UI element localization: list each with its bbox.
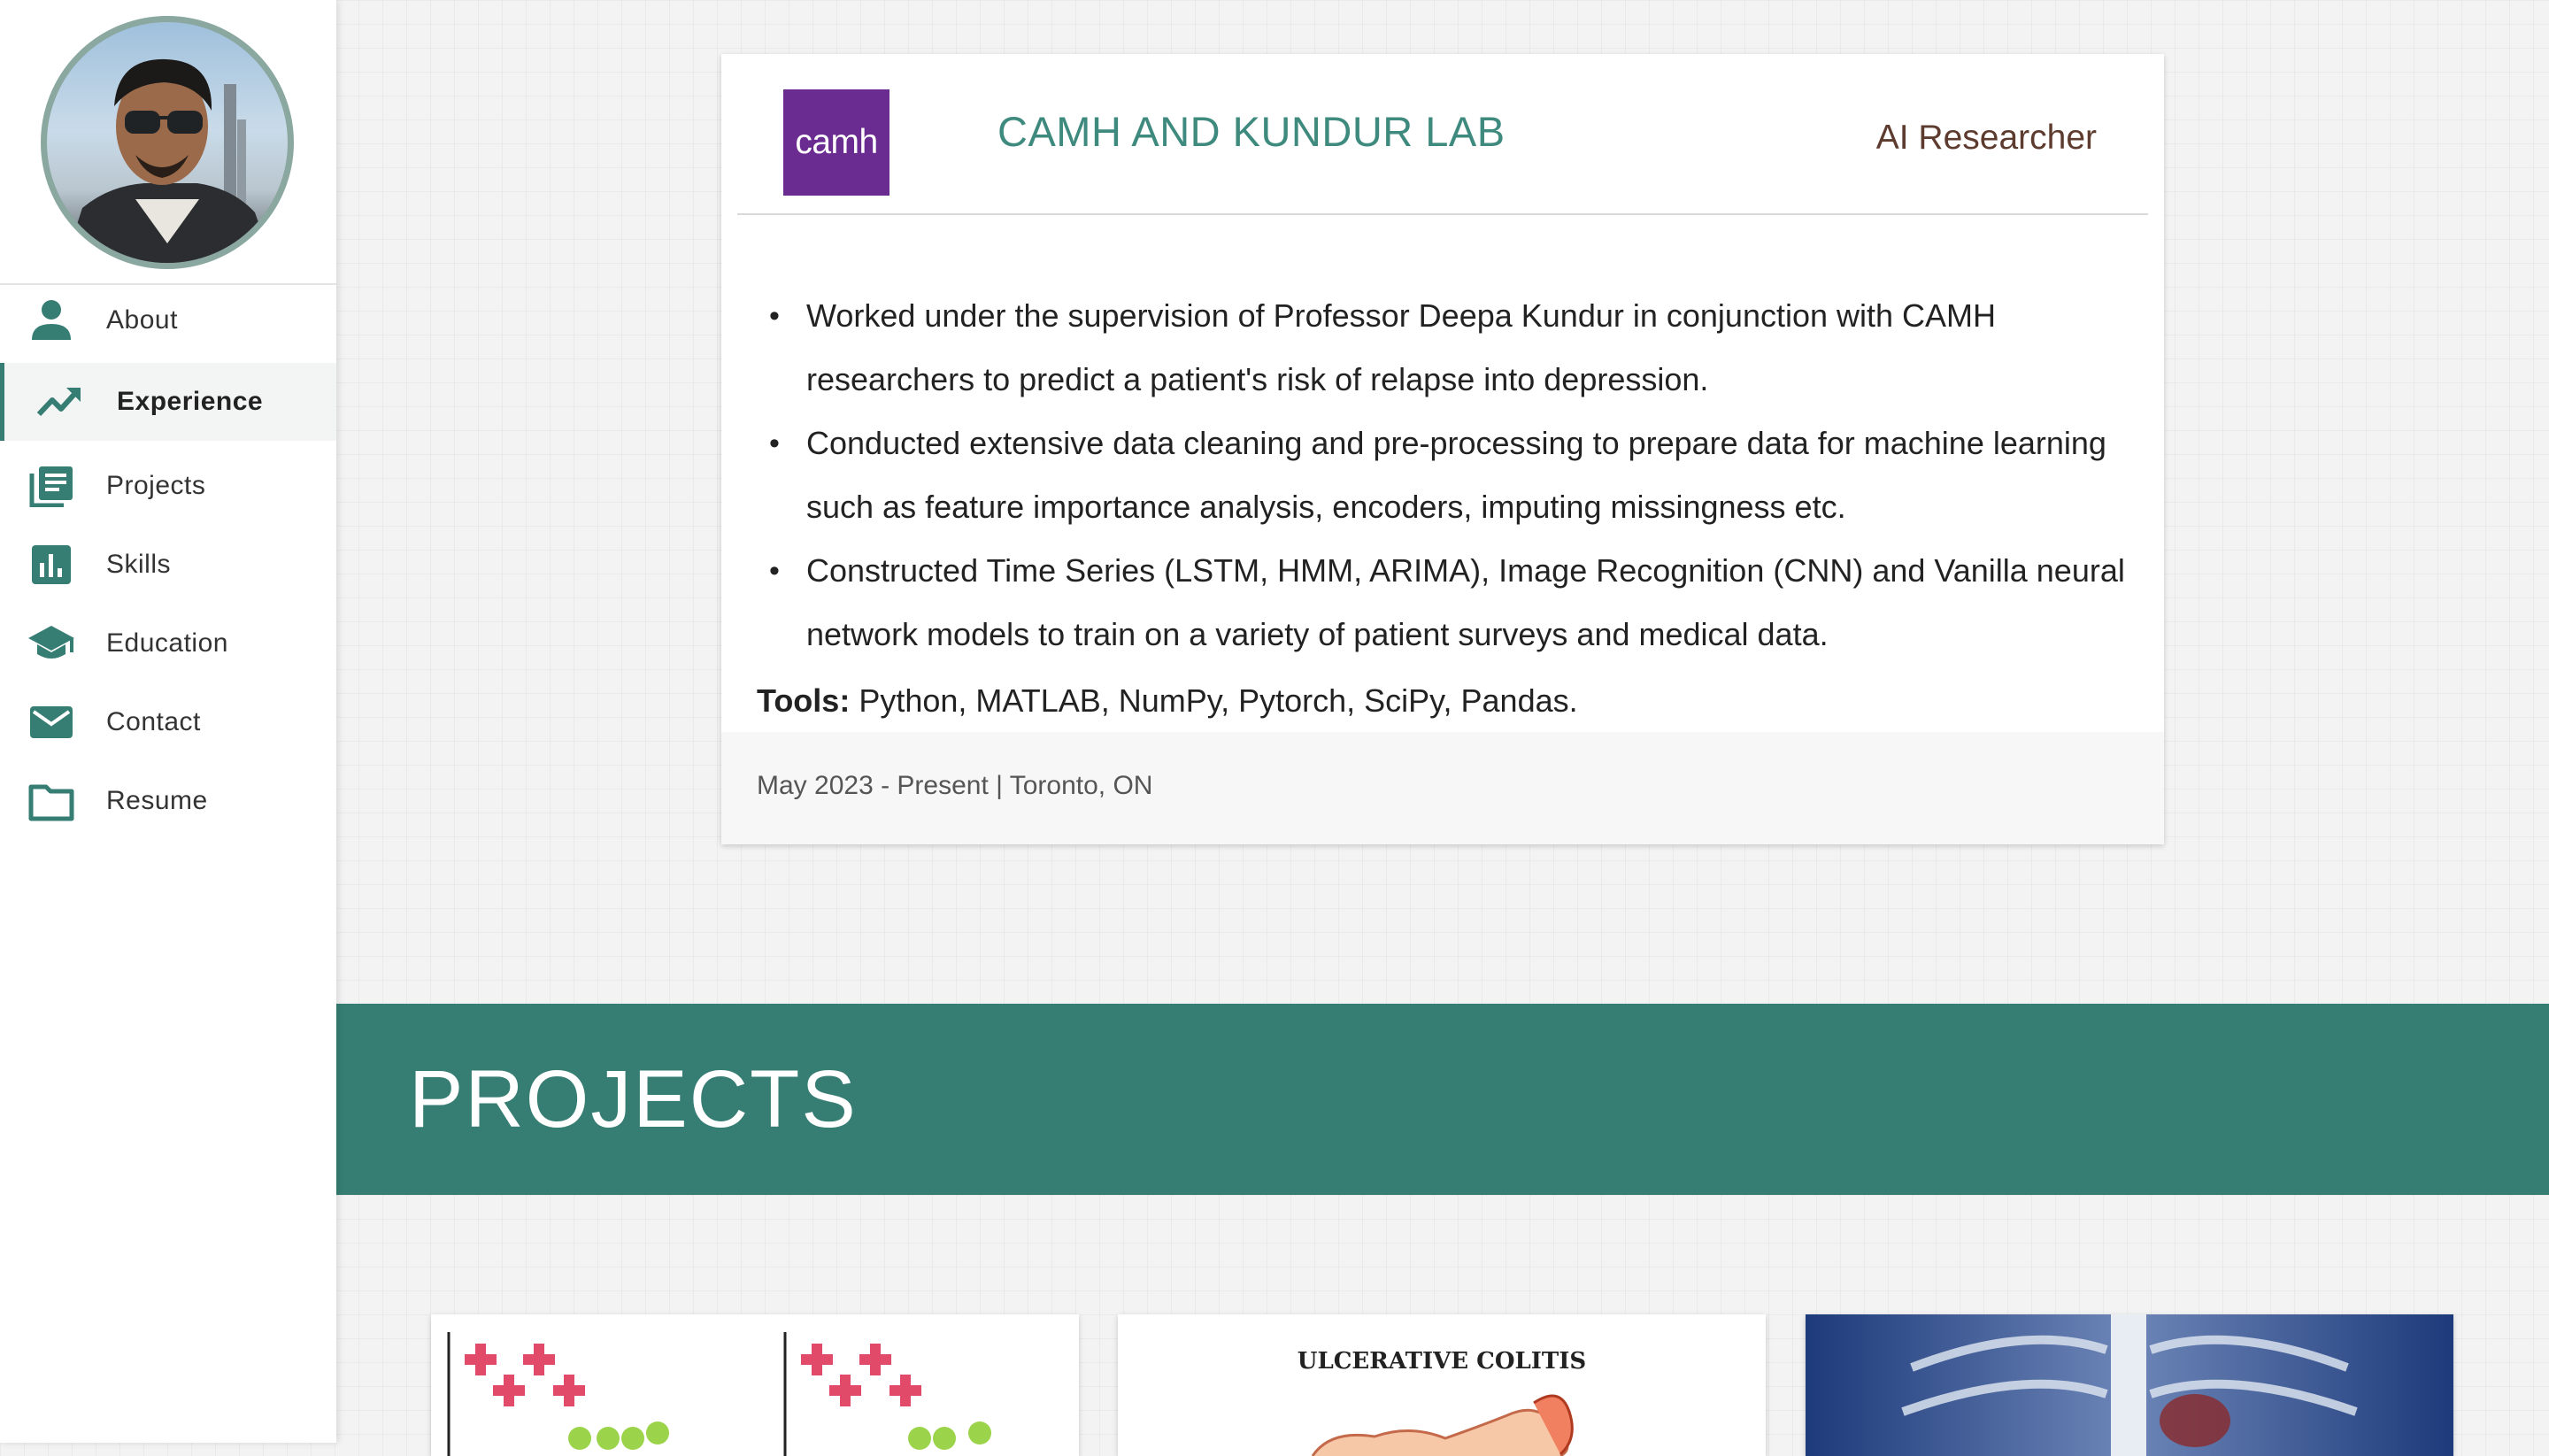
project-card[interactable]: [431, 1314, 1079, 1456]
bar-chart-icon: [32, 545, 71, 584]
sidebar-item-about[interactable]: About: [0, 281, 336, 359]
tools-label: Tools:: [757, 682, 851, 719]
date-location: May 2023 - Present | Toronto, ON: [757, 771, 1153, 800]
sidebar-item-skills[interactable]: Skills: [0, 526, 336, 604]
person-icon: [32, 300, 71, 340]
avatar-container: [0, 0, 336, 285]
section-title: PROJECTS: [409, 1054, 858, 1144]
company-logo: camh: [783, 89, 889, 196]
tools-value: Python, MATLAB, NumPy, Pytorch, SciPy, P…: [850, 682, 1578, 719]
thumbnail-caption: ULCERATIVE COLITIS: [1297, 1348, 1587, 1375]
project-thumbnail: [447, 1332, 991, 1456]
sidebar-item-label: Skills: [106, 550, 172, 579]
sidebar-item-label: Education: [106, 628, 228, 658]
company-name: CAMH AND KUNDUR LAB: [997, 108, 1506, 155]
project-card[interactable]: ULCERATIVE COLITIS: [1118, 1314, 1766, 1456]
list-item: Conducted extensive data cleaning and pr…: [764, 412, 2127, 539]
sidebar-item-label: Experience: [117, 387, 264, 416]
sidebar-item-experience[interactable]: Experience: [0, 363, 336, 441]
anatomy-illustration: [1806, 1314, 2453, 1456]
sidebar-item-resume[interactable]: Resume: [0, 762, 336, 840]
colon-illustration: [1311, 1394, 1574, 1456]
card-footer: May 2023 - Present | Toronto, ON: [721, 732, 2164, 844]
mail-icon: [30, 706, 73, 738]
job-title: AI Researcher: [1875, 119, 2097, 157]
project-card[interactable]: [1806, 1314, 2453, 1456]
avatar[interactable]: [41, 16, 294, 269]
sidebar-item-contact[interactable]: Contact: [0, 683, 336, 761]
profile-photo: [65, 58, 273, 263]
projects-section-header: PROJECTS: [336, 1004, 2549, 1195]
sidebar-item-label: Resume: [106, 786, 208, 815]
folder-icon: [28, 784, 74, 821]
tools-line: Tools: Python, MATLAB, NumPy, Pytorch, S…: [757, 682, 1578, 720]
sidebar-item-projects[interactable]: Projects: [0, 447, 336, 525]
responsibility-list: Worked under the supervision of Professo…: [764, 284, 2127, 666]
sidebar-item-label: About: [106, 305, 178, 335]
list-item: Constructed Time Series (LSTM, HMM, ARIM…: [764, 539, 2127, 666]
library-books-icon: [29, 466, 73, 507]
experience-card: camh CAMH AND KUNDUR LAB AI Researcher W…: [721, 54, 2164, 844]
sidebar-item-education[interactable]: Education: [0, 605, 336, 682]
sidebar: About Experience Projects Skills Educati…: [0, 0, 336, 1443]
list-item: Worked under the supervision of Professo…: [764, 284, 2127, 412]
sidebar-item-label: Contact: [106, 707, 201, 736]
graduation-cap-icon: [28, 626, 74, 659]
trending-up-icon: [36, 388, 81, 417]
sidebar-item-label: Projects: [106, 471, 206, 500]
card-divider: [737, 213, 2148, 215]
